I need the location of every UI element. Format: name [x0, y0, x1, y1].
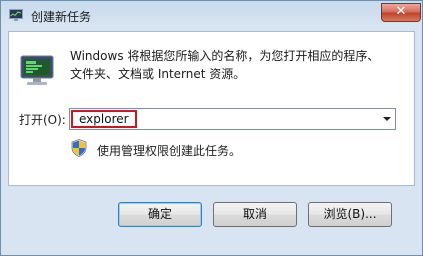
window-title: 创建新任务: [31, 10, 92, 24]
admin-privileges-note: 使用管理权限创建此任务。: [97, 144, 242, 158]
open-label: 打开(O):: [19, 113, 66, 127]
description-line-2: 文件夹、文档或 Internet 资源。: [70, 67, 246, 81]
dialog-content: Windows 将根据您所输入的名称，为您打开相应的程序、 文件夹、文档或 In…: [8, 31, 415, 186]
create-task-dialog: 创建新任务 ✕ Windows 将根据您所输入的名称，为您打开相应的程序、 文件…: [0, 0, 423, 256]
task-manager-icon: [9, 9, 23, 21]
cancel-button[interactable]: 取消: [213, 202, 297, 227]
ok-button[interactable]: 确定: [118, 202, 202, 227]
close-icon: ✕: [395, 4, 407, 19]
open-input[interactable]: explorer: [71, 110, 137, 128]
run-dialog-icon: [20, 55, 54, 85]
title-bar[interactable]: 创建新任务 ✕: [1, 1, 422, 31]
browse-button[interactable]: 浏览(B)...: [308, 202, 392, 227]
uac-shield-icon: [71, 139, 87, 157]
open-combobox[interactable]: explorer: [69, 108, 396, 130]
dialog-description: Windows 将根据您所输入的名称，为您打开相应的程序、 文件夹、文档或 In…: [70, 47, 410, 83]
close-button[interactable]: ✕: [381, 3, 421, 22]
description-line-1: Windows 将根据您所输入的名称，为您打开相应的程序、: [70, 49, 380, 63]
chevron-down-icon[interactable]: [383, 117, 391, 121]
